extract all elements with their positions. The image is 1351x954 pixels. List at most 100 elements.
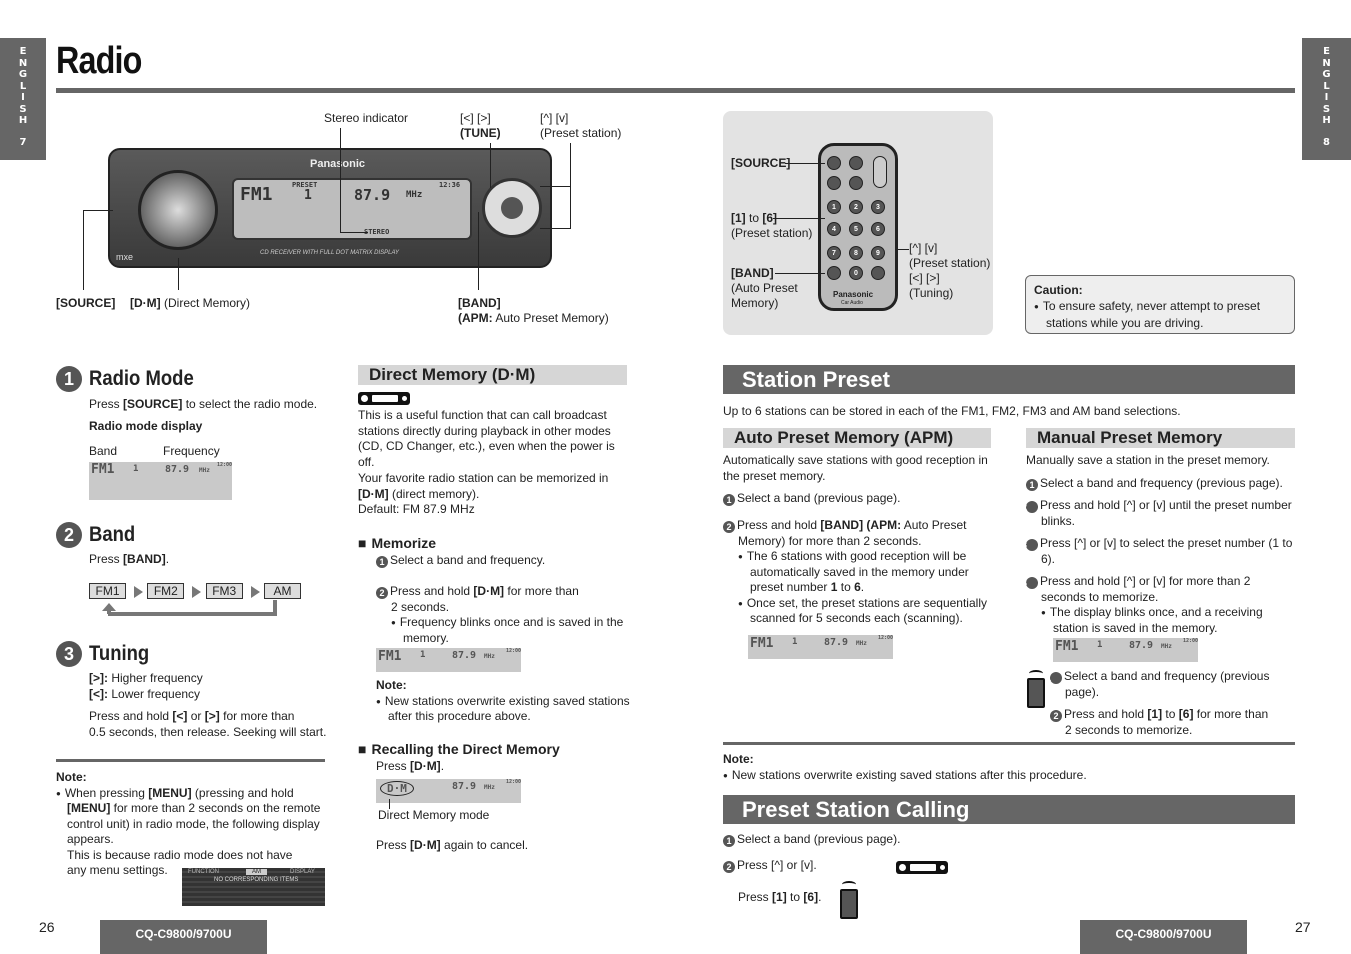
key-label: [>] <box>204 709 220 723</box>
tab-letter: H <box>1322 115 1331 126</box>
menu-display: DISPLAY <box>290 869 315 875</box>
manual-preset-heading: Manual Preset Memory <box>1026 428 1295 448</box>
text: Press <box>376 759 407 773</box>
lcd-unit: MHz <box>199 467 210 474</box>
leader-line <box>478 212 479 290</box>
bullet-text: The 6 stations with good reception will … <box>723 549 993 596</box>
text: 6 <box>854 580 861 594</box>
section-rule <box>56 759 325 762</box>
note-title: Note: <box>376 678 407 692</box>
leader-line <box>895 249 909 250</box>
key-label: [<] <box>172 709 188 723</box>
remote-brand: Panasonic <box>833 290 874 299</box>
bullet-text: Frequency blinks once and is saved in th… <box>376 615 631 646</box>
band-fm3: FM3 <box>205 583 243 599</box>
text: . <box>818 890 822 904</box>
text: 0.5 seconds, then release. Seeking will … <box>89 724 327 739</box>
lcd-clock: 12:00 <box>1183 638 1199 644</box>
leader-line <box>490 143 491 188</box>
text: 2 seconds to memorize. <box>1065 722 1193 737</box>
text: to <box>1165 707 1176 721</box>
callout-source: [SOURCE] <box>56 296 116 310</box>
remote-key-8: 8 <box>849 246 863 260</box>
remote-key-4: 4 <box>827 222 841 236</box>
apm-heading: Auto Preset Memory (APM) <box>723 428 991 448</box>
step-1-icon: 1 <box>723 494 735 506</box>
leader-line <box>83 210 113 211</box>
step-2-icon: 2 <box>1022 501 1038 513</box>
section-heading: Radio Mode <box>89 367 195 390</box>
preset-label: (Preset station) <box>540 126 622 140</box>
key-label: [D·M] <box>358 486 389 501</box>
text: Press and hold [^] or [v] until the pres… <box>1040 498 1292 528</box>
step-1-icon: 1 <box>1026 478 1038 491</box>
cycle-return-line <box>108 612 275 616</box>
step-number-icon: 3 <box>56 641 82 667</box>
leader-line <box>773 218 825 219</box>
page-title: Radio <box>56 40 142 82</box>
text: (pressing and hold <box>194 785 294 800</box>
key-label: [SOURCE] <box>123 397 183 411</box>
step-1-icon: 1 <box>1046 672 1062 684</box>
leftright-keys: [<] [>] <box>909 271 940 285</box>
calling-remote-instruction: Press [1] to [6]. <box>738 890 821 906</box>
key-label: [1] <box>1147 707 1163 721</box>
leader-line <box>540 228 570 229</box>
lcd-clock: 12:00 <box>878 635 894 641</box>
lcd-frequency: 87.9 <box>452 650 477 661</box>
step-1-icon: 1 <box>723 835 735 847</box>
language-tab-right: E N G L I S H 8 <box>1302 38 1351 160</box>
text: for more than 2 seconds on the remote <box>113 801 321 815</box>
section-heading: Band <box>89 523 136 546</box>
menu-message: NO CORRESPONDING ITEMS <box>214 877 299 883</box>
step-number-icon: 2 <box>56 522 82 548</box>
note-text: New stations overwrite existing saved st… <box>723 768 1087 784</box>
text: Press <box>738 890 769 904</box>
band-instruction: Press [BAND]. <box>89 552 169 568</box>
caution-title: Caution: <box>1034 283 1083 297</box>
lcd-recall: D·M 87.9 MHz 12:00 <box>376 779 521 803</box>
lcd-apm: FM1 1 87.9 MHz 12:00 <box>748 635 893 659</box>
section-heading: Tuning <box>89 642 150 665</box>
leader-line <box>178 258 179 290</box>
tune-label: (TUNE) <box>460 126 501 140</box>
text: Press <box>376 838 407 852</box>
preset-calling-heading: Preset Station Calling <box>723 795 1295 824</box>
callout-stereo-indicator: Stereo indicator <box>324 111 409 125</box>
volume-knob <box>138 170 218 250</box>
apm-intro: Automatically save stations with good re… <box>723 453 988 483</box>
step-2-icon: 2 <box>376 587 388 599</box>
note-title: Note: <box>56 770 87 784</box>
tune-keys: [<] [>] <box>460 111 491 125</box>
note-text: New stations overwrite existing saved st… <box>376 694 636 725</box>
remote-mute-button <box>827 176 841 190</box>
lcd-preset: 1 <box>1097 640 1103 650</box>
remote-sub-brand: Car Audio <box>841 300 863 306</box>
text: Select a band (previous page). <box>737 491 901 505</box>
section-band: 2 Band <box>56 522 142 548</box>
text: Press and hold <box>89 709 170 723</box>
tab-letter: N <box>1322 57 1331 69</box>
lcd-unit: MHz <box>856 640 867 647</box>
text: for more than <box>507 584 579 598</box>
display-preset: 1 <box>304 188 312 203</box>
display-band: FM1 <box>240 184 273 205</box>
mxe-logo: mxe <box>116 252 134 262</box>
text: to <box>840 580 851 594</box>
updown-label: (Preset station) <box>909 256 991 270</box>
text: for more than 2 seconds. <box>788 533 922 548</box>
menu-display-image: FUNCTION AM DISPLAY NO CORRESPONDING ITE… <box>182 868 325 906</box>
lcd-preset: 1 <box>133 464 139 474</box>
apm-label: (APM: Auto Preset Memory) <box>458 311 609 326</box>
note-line: appears. <box>67 832 114 846</box>
remote-disp-button <box>871 266 885 280</box>
direct-memory-p2: Your favorite radio station can be memor… <box>358 471 633 518</box>
display-clock: 12:36 <box>439 181 461 189</box>
text: Press <box>89 552 120 566</box>
language-tab-left: E N G L I S H 7 <box>0 38 46 160</box>
remote-callout-keys: [1] to [6] (Preset station) <box>731 211 812 241</box>
radio-mode-display-label: Radio mode display <box>89 419 203 433</box>
leader-line <box>570 143 571 229</box>
remote-sel-button <box>849 156 863 170</box>
main-unit-icon <box>896 861 949 875</box>
